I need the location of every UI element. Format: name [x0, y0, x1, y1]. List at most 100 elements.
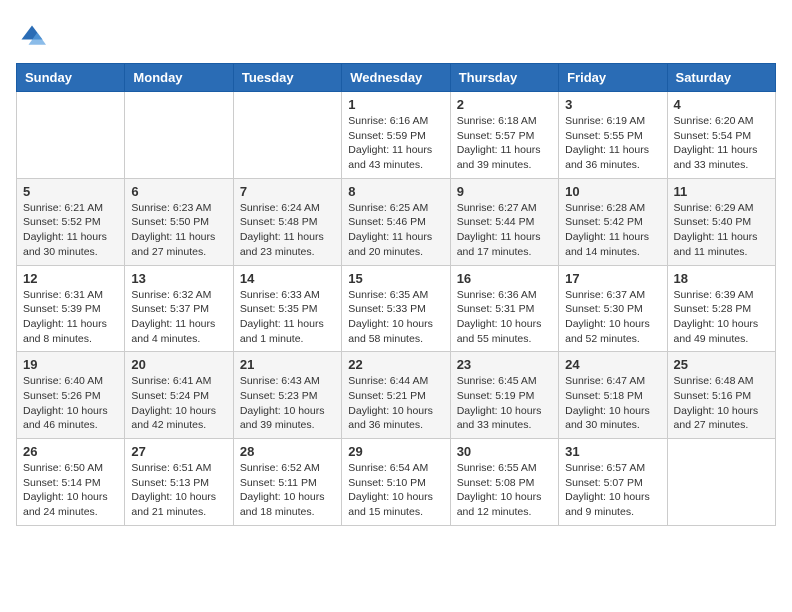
- day-number: 8: [348, 184, 443, 199]
- day-number: 7: [240, 184, 335, 199]
- calendar-cell: [667, 439, 775, 526]
- day-info: Sunrise: 6:25 AM Sunset: 5:46 PM Dayligh…: [348, 201, 443, 260]
- day-info: Sunrise: 6:20 AM Sunset: 5:54 PM Dayligh…: [674, 114, 769, 173]
- day-number: 31: [565, 444, 660, 459]
- day-number: 10: [565, 184, 660, 199]
- day-number: 3: [565, 97, 660, 112]
- day-info: Sunrise: 6:29 AM Sunset: 5:40 PM Dayligh…: [674, 201, 769, 260]
- header-saturday: Saturday: [667, 64, 775, 92]
- day-info: Sunrise: 6:48 AM Sunset: 5:16 PM Dayligh…: [674, 374, 769, 433]
- calendar-cell: 7 Sunrise: 6:24 AM Sunset: 5:48 PM Daylig…: [233, 178, 341, 265]
- day-info: Sunrise: 6:51 AM Sunset: 5:13 PM Dayligh…: [131, 461, 226, 520]
- day-number: 14: [240, 271, 335, 286]
- calendar-cell: 14Sunrise: 6:33 AM Sunset: 5:35 PM Dayli…: [233, 265, 341, 352]
- calendar-cell: 26Sunrise: 6:50 AM Sunset: 5:14 PM Dayli…: [17, 439, 125, 526]
- day-info: Sunrise: 6:44 AM Sunset: 5:21 PM Dayligh…: [348, 374, 443, 433]
- calendar-cell: 8 Sunrise: 6:25 AM Sunset: 5:46 PM Daylig…: [342, 178, 450, 265]
- calendar-cell: 29 Sunrise: 6:54 AM Sunset: 5:10 PM Dayli…: [342, 439, 450, 526]
- calendar-table: SundayMondayTuesdayWednesdayThursdayFrid…: [16, 63, 776, 526]
- calendar-cell: 30 Sunrise: 6:55 AM Sunset: 5:08 PM Dayli…: [450, 439, 558, 526]
- calendar-cell: 17 Sunrise: 6:37 AM Sunset: 5:30 PM Dayli…: [559, 265, 667, 352]
- calendar-cell: [233, 92, 341, 179]
- day-info: Sunrise: 6:39 AM Sunset: 5:28 PM Dayligh…: [674, 288, 769, 347]
- day-info: Sunrise: 6:41 AM Sunset: 5:24 PM Dayligh…: [131, 374, 226, 433]
- day-number: 2: [457, 97, 552, 112]
- day-info: Sunrise: 6:16 AM Sunset: 5:59 PM Dayligh…: [348, 114, 443, 173]
- day-info: Sunrise: 6:24 AM Sunset: 5:48 PM Dayligh…: [240, 201, 335, 260]
- calendar-cell: 1Sunrise: 6:16 AM Sunset: 5:59 PM Daylig…: [342, 92, 450, 179]
- calendar-cell: 5 Sunrise: 6:21 AM Sunset: 5:52 PM Daylig…: [17, 178, 125, 265]
- day-info: Sunrise: 6:45 AM Sunset: 5:19 PM Dayligh…: [457, 374, 552, 433]
- day-number: 4: [674, 97, 769, 112]
- calendar-cell: 24 Sunrise: 6:47 AM Sunset: 5:18 PM Dayli…: [559, 352, 667, 439]
- day-info: Sunrise: 6:54 AM Sunset: 5:10 PM Dayligh…: [348, 461, 443, 520]
- day-number: 15: [348, 271, 443, 286]
- header-thursday: Thursday: [450, 64, 558, 92]
- day-info: Sunrise: 6:28 AM Sunset: 5:42 PM Dayligh…: [565, 201, 660, 260]
- calendar-week-row: 5 Sunrise: 6:21 AM Sunset: 5:52 PM Daylig…: [17, 178, 776, 265]
- calendar-cell: [125, 92, 233, 179]
- day-number: 9: [457, 184, 552, 199]
- header-friday: Friday: [559, 64, 667, 92]
- calendar-cell: 15 Sunrise: 6:35 AM Sunset: 5:33 PM Dayli…: [342, 265, 450, 352]
- day-number: 11: [674, 184, 769, 199]
- day-info: Sunrise: 6:31 AM Sunset: 5:39 PM Dayligh…: [23, 288, 118, 347]
- calendar-cell: 12 Sunrise: 6:31 AM Sunset: 5:39 PM Dayli…: [17, 265, 125, 352]
- calendar-cell: 6Sunrise: 6:23 AM Sunset: 5:50 PM Daylig…: [125, 178, 233, 265]
- day-number: 24: [565, 357, 660, 372]
- calendar-cell: 11 Sunrise: 6:29 AM Sunset: 5:40 PM Dayli…: [667, 178, 775, 265]
- day-number: 30: [457, 444, 552, 459]
- day-info: Sunrise: 6:52 AM Sunset: 5:11 PM Dayligh…: [240, 461, 335, 520]
- calendar-cell: 22 Sunrise: 6:44 AM Sunset: 5:21 PM Dayli…: [342, 352, 450, 439]
- calendar-cell: 10 Sunrise: 6:28 AM Sunset: 5:42 PM Dayli…: [559, 178, 667, 265]
- day-number: 16: [457, 271, 552, 286]
- day-info: Sunrise: 6:21 AM Sunset: 5:52 PM Dayligh…: [23, 201, 118, 260]
- calendar-cell: 27Sunrise: 6:51 AM Sunset: 5:13 PM Dayli…: [125, 439, 233, 526]
- day-info: Sunrise: 6:55 AM Sunset: 5:08 PM Dayligh…: [457, 461, 552, 520]
- day-number: 5: [23, 184, 118, 199]
- calendar-cell: 21 Sunrise: 6:43 AM Sunset: 5:23 PM Dayli…: [233, 352, 341, 439]
- calendar-cell: 23 Sunrise: 6:45 AM Sunset: 5:19 PM Dayli…: [450, 352, 558, 439]
- calendar-week-row: 1Sunrise: 6:16 AM Sunset: 5:59 PM Daylig…: [17, 92, 776, 179]
- calendar-cell: [17, 92, 125, 179]
- day-number: 29: [348, 444, 443, 459]
- calendar-cell: 31 Sunrise: 6:57 AM Sunset: 5:07 PM Dayli…: [559, 439, 667, 526]
- day-info: Sunrise: 6:37 AM Sunset: 5:30 PM Dayligh…: [565, 288, 660, 347]
- day-number: 23: [457, 357, 552, 372]
- calendar-cell: 13 Sunrise: 6:32 AM Sunset: 5:37 PM Dayli…: [125, 265, 233, 352]
- calendar-cell: 25 Sunrise: 6:48 AM Sunset: 5:16 PM Dayli…: [667, 352, 775, 439]
- calendar-cell: 2Sunrise: 6:18 AM Sunset: 5:57 PM Daylig…: [450, 92, 558, 179]
- logo-icon: [18, 22, 46, 50]
- calendar-cell: 19 Sunrise: 6:40 AM Sunset: 5:26 PM Dayli…: [17, 352, 125, 439]
- header-monday: Monday: [125, 64, 233, 92]
- calendar-cell: 9 Sunrise: 6:27 AM Sunset: 5:44 PM Daylig…: [450, 178, 558, 265]
- day-info: Sunrise: 6:23 AM Sunset: 5:50 PM Dayligh…: [131, 201, 226, 260]
- day-info: Sunrise: 6:36 AM Sunset: 5:31 PM Dayligh…: [457, 288, 552, 347]
- header-tuesday: Tuesday: [233, 64, 341, 92]
- page-header: [16, 16, 776, 55]
- day-number: 20: [131, 357, 226, 372]
- day-number: 22: [348, 357, 443, 372]
- day-info: Sunrise: 6:43 AM Sunset: 5:23 PM Dayligh…: [240, 374, 335, 433]
- calendar-week-row: 12 Sunrise: 6:31 AM Sunset: 5:39 PM Dayli…: [17, 265, 776, 352]
- day-info: Sunrise: 6:27 AM Sunset: 5:44 PM Dayligh…: [457, 201, 552, 260]
- calendar-cell: 28 Sunrise: 6:52 AM Sunset: 5:11 PM Dayli…: [233, 439, 341, 526]
- day-number: 12: [23, 271, 118, 286]
- calendar-header-row: SundayMondayTuesdayWednesdayThursdayFrid…: [17, 64, 776, 92]
- calendar-cell: 3 Sunrise: 6:19 AM Sunset: 5:55 PM Daylig…: [559, 92, 667, 179]
- day-number: 17: [565, 271, 660, 286]
- day-info: Sunrise: 6:47 AM Sunset: 5:18 PM Dayligh…: [565, 374, 660, 433]
- day-info: Sunrise: 6:40 AM Sunset: 5:26 PM Dayligh…: [23, 374, 118, 433]
- calendar-cell: 20 Sunrise: 6:41 AM Sunset: 5:24 PM Dayli…: [125, 352, 233, 439]
- day-number: 21: [240, 357, 335, 372]
- day-info: Sunrise: 6:19 AM Sunset: 5:55 PM Dayligh…: [565, 114, 660, 173]
- day-number: 19: [23, 357, 118, 372]
- day-number: 26: [23, 444, 118, 459]
- day-info: Sunrise: 6:32 AM Sunset: 5:37 PM Dayligh…: [131, 288, 226, 347]
- day-info: Sunrise: 6:35 AM Sunset: 5:33 PM Dayligh…: [348, 288, 443, 347]
- day-info: Sunrise: 6:57 AM Sunset: 5:07 PM Dayligh…: [565, 461, 660, 520]
- day-number: 13: [131, 271, 226, 286]
- day-number: 28: [240, 444, 335, 459]
- calendar-cell: 4 Sunrise: 6:20 AM Sunset: 5:54 PM Daylig…: [667, 92, 775, 179]
- day-number: 25: [674, 357, 769, 372]
